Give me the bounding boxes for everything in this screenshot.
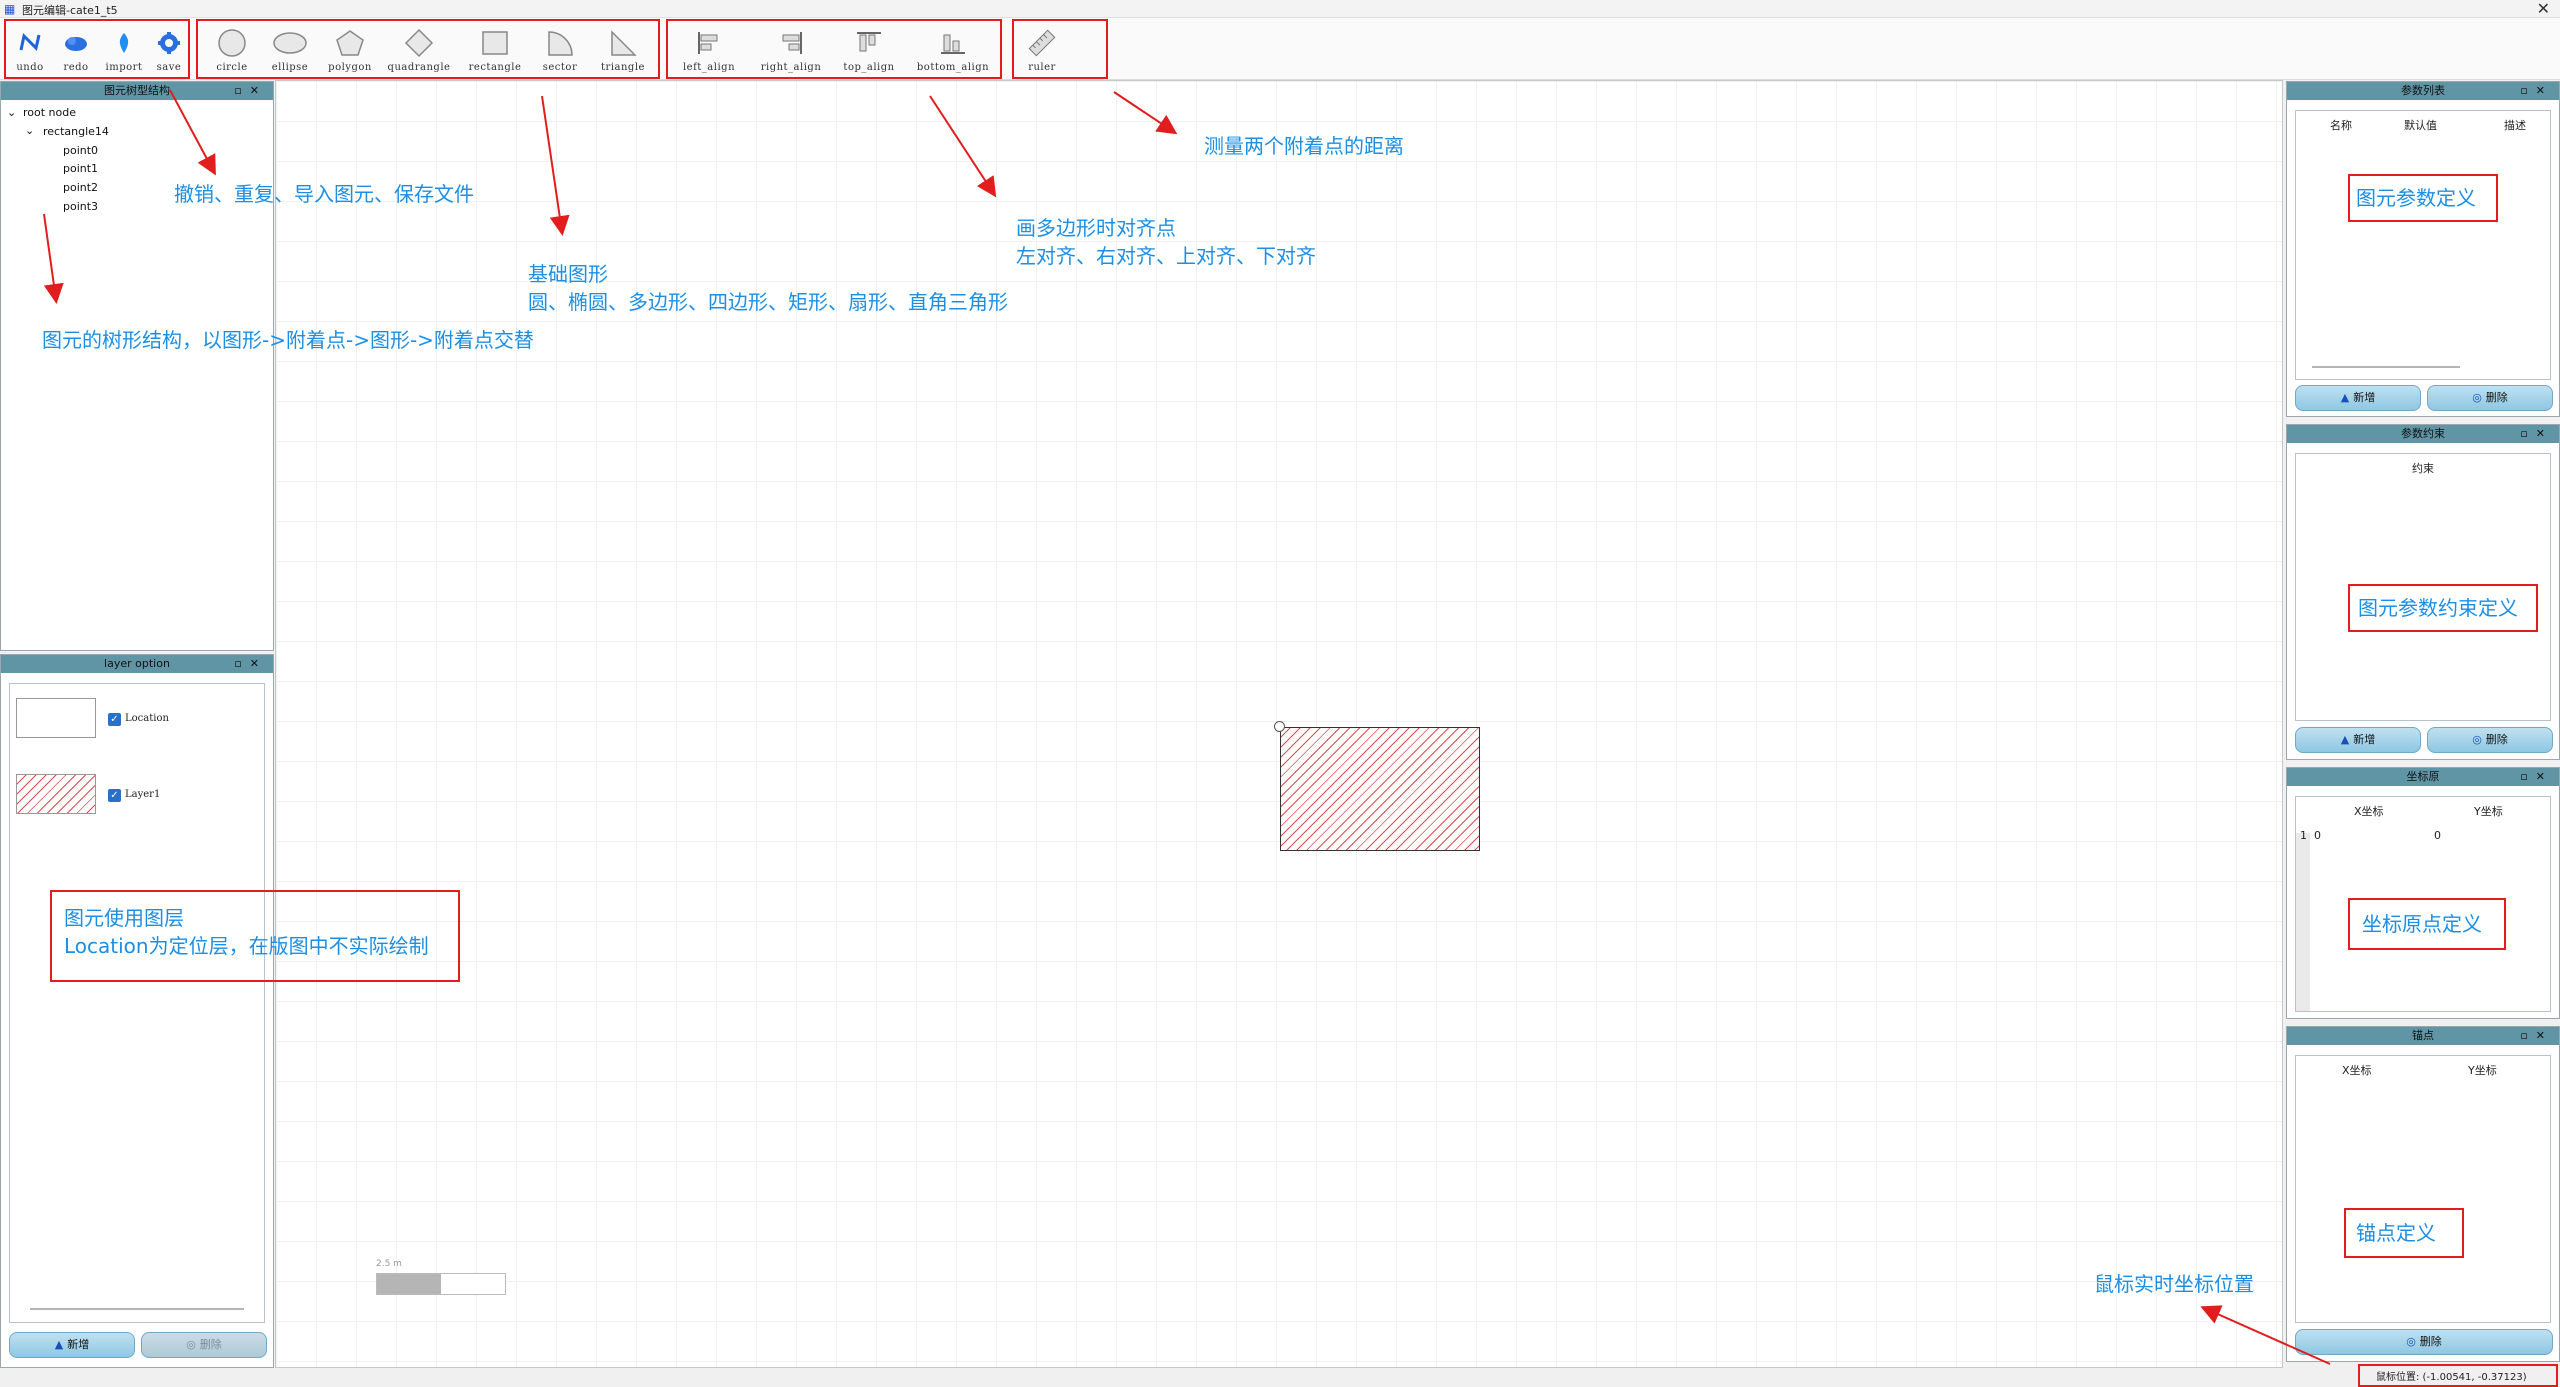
arrow-tree: [43, 213, 64, 304]
arrow-mouse: [2200, 1305, 2331, 1365]
arrow-shapes: [541, 95, 570, 236]
arrow-align: [929, 95, 997, 198]
arrow-ruler: [1113, 91, 1178, 135]
arrow-history: [169, 89, 216, 176]
annotation-arrows: [43, 89, 2331, 1365]
